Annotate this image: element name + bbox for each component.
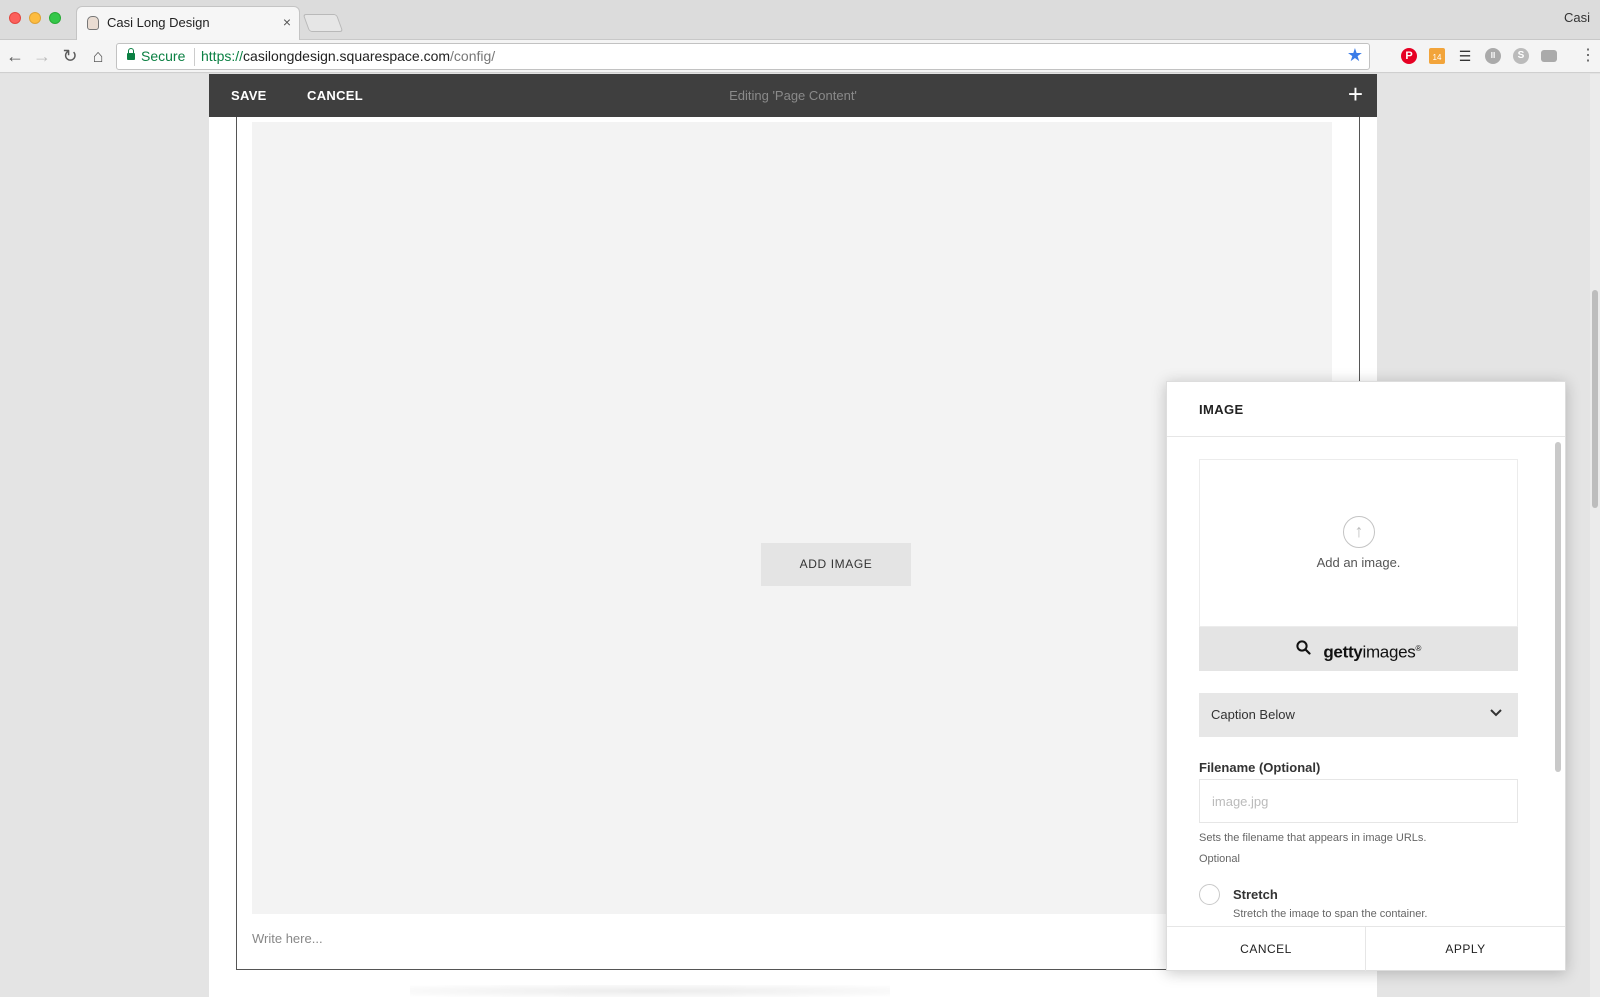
- tab-close-icon[interactable]: ×: [283, 14, 291, 30]
- page-scrollbar-thumb[interactable]: [1592, 290, 1598, 508]
- url-text[interactable]: https://casilongdesign.squarespace.com/c…: [201, 48, 495, 64]
- new-tab-button[interactable]: [302, 14, 344, 32]
- stretch-label: Stretch: [1233, 887, 1278, 902]
- maximize-window-button[interactable]: [49, 12, 61, 24]
- page-scrollbar[interactable]: [1590, 74, 1600, 997]
- layers-icon[interactable]: ☰: [1457, 48, 1473, 64]
- text-block-placeholder[interactable]: Write here...: [252, 931, 323, 946]
- bottom-shadow: [410, 985, 890, 997]
- bookmark-star-icon[interactable]: ★: [1347, 45, 1363, 66]
- skype-icon[interactable]: S: [1513, 48, 1529, 64]
- getty-images-logo: gettyimages®: [1323, 627, 1421, 675]
- browser-tab[interactable]: Casi Long Design ×: [76, 6, 300, 40]
- upload-arrow-icon: ↑: [1343, 516, 1375, 548]
- lock-icon: [127, 48, 135, 60]
- reload-icon[interactable]: ↻: [58, 44, 82, 68]
- forward-arrow-icon[interactable]: →: [30, 44, 54, 68]
- menu-dots-icon[interactable]: ⋮: [1580, 46, 1596, 66]
- dialog-cancel-button[interactable]: CANCEL: [1167, 927, 1366, 971]
- camera-icon[interactable]: [1541, 50, 1557, 62]
- plus-icon[interactable]: +: [1348, 80, 1363, 108]
- dialog-title: IMAGE: [1199, 402, 1244, 417]
- stretch-description: Stretch the image to span the container.: [1233, 908, 1428, 918]
- add-image-button[interactable]: ADD IMAGE: [761, 543, 911, 586]
- filename-help-optional: Optional: [1199, 853, 1240, 865]
- pinterest-icon[interactable]: P: [1401, 48, 1417, 64]
- chevron-down-icon: [1490, 705, 1502, 720]
- browser-tab-bar: Casi Long Design × Casi: [0, 0, 1600, 40]
- caption-position-select[interactable]: Caption Below: [1199, 693, 1518, 737]
- profile-name[interactable]: Casi: [1564, 10, 1590, 25]
- image-dialog: IMAGE ↑ Add an image. gettyimages® Capti…: [1166, 381, 1566, 971]
- calendar-icon[interactable]: 14: [1429, 48, 1445, 64]
- dropzone-text: Add an image.: [1316, 555, 1401, 570]
- dialog-body: ↑ Add an image. gettyimages® Caption Bel…: [1167, 438, 1565, 918]
- pause-icon[interactable]: II: [1485, 48, 1501, 64]
- home-icon[interactable]: ⌂: [86, 44, 110, 68]
- filename-label: Filename (Optional): [1199, 760, 1321, 775]
- filename-help: Sets the filename that appears in image …: [1199, 828, 1499, 870]
- address-bar[interactable]: Secure https://casilongdesign.squarespac…: [116, 43, 1370, 70]
- getty-brand-bold: getty: [1323, 642, 1363, 662]
- address-divider: [194, 48, 195, 66]
- tab-title: Casi Long Design: [107, 15, 210, 30]
- close-window-button[interactable]: [9, 12, 21, 24]
- browser-toolbar: ← → ↻ ⌂ Secure https://casilongdesign.sq…: [0, 40, 1600, 73]
- editor-title: Editing 'Page Content': [729, 88, 857, 103]
- dialog-footer: CANCEL APPLY: [1167, 926, 1565, 971]
- filename-help-text: Sets the filename that appears in image …: [1199, 832, 1427, 844]
- dialog-header: IMAGE: [1167, 382, 1565, 437]
- url-path: /config/: [450, 48, 496, 64]
- caption-select-value: Caption Below: [1211, 707, 1295, 722]
- image-dropzone[interactable]: ↑ Add an image.: [1199, 459, 1518, 627]
- search-icon: [1296, 629, 1311, 673]
- minimize-window-button[interactable]: [29, 12, 41, 24]
- site-favicon-icon: [87, 16, 99, 30]
- dialog-scrollbar[interactable]: [1555, 442, 1561, 772]
- url-protocol: https://: [201, 48, 244, 64]
- getty-brand-rest: images: [1362, 642, 1416, 662]
- filename-input[interactable]: [1199, 779, 1518, 823]
- stretch-radio[interactable]: [1199, 884, 1220, 905]
- back-arrow-icon[interactable]: ←: [3, 44, 27, 68]
- secure-label: Secure: [141, 48, 186, 64]
- dialog-apply-button[interactable]: APPLY: [1366, 927, 1565, 971]
- editor-top-bar: SAVE CANCEL Editing 'Page Content' +: [209, 74, 1377, 117]
- url-host: casilongdesign.squarespace.com: [243, 48, 451, 64]
- getty-images-search-button[interactable]: gettyimages®: [1199, 627, 1518, 671]
- getty-mark: ®: [1415, 644, 1422, 653]
